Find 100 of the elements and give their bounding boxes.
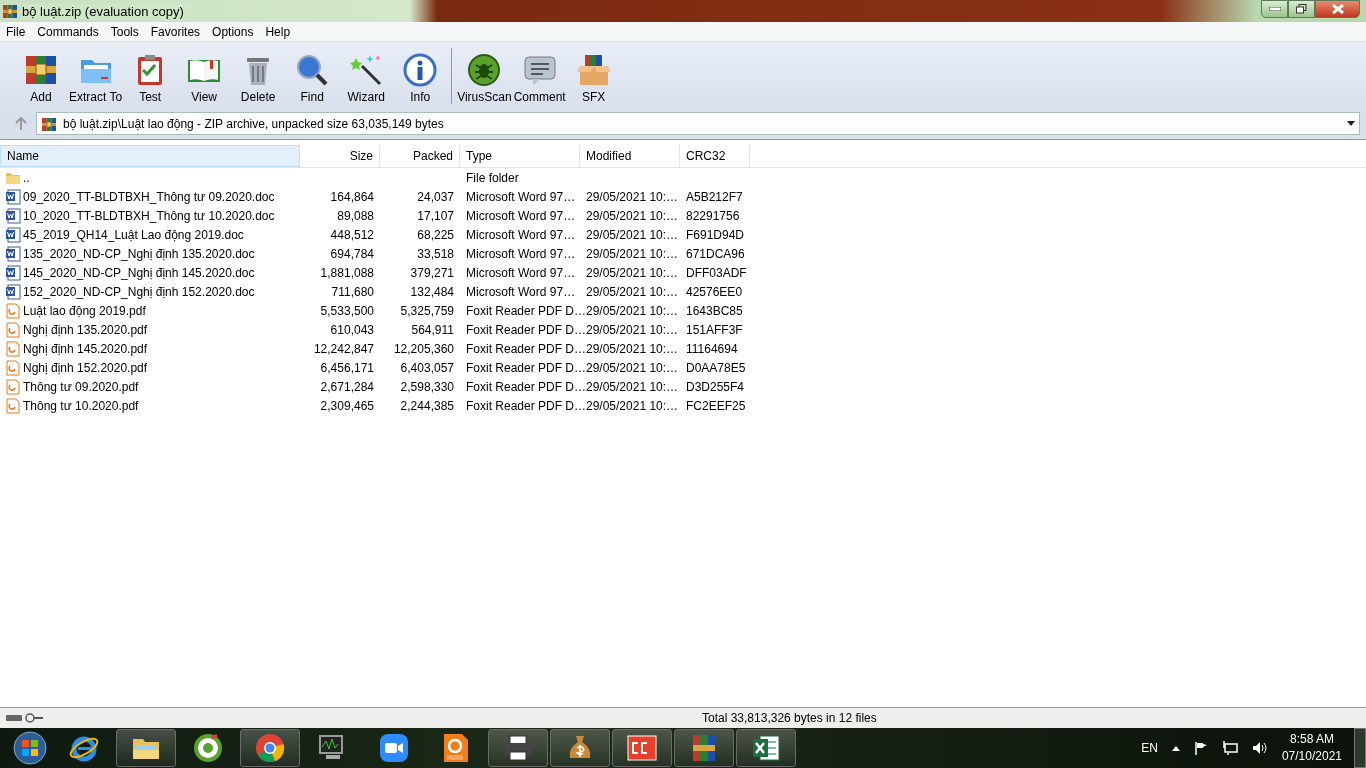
network-icon[interactable] [1221,741,1238,755]
windows-logo-icon [13,731,47,765]
crc-cell: 11164694 [686,341,738,356]
status-text: Total 33,813,326 bytes in 12 files [702,711,878,725]
box-books-icon [575,52,612,88]
menu-item[interactable]: Options [206,24,260,39]
file-name-cell[interactable]: 10_2020_TT-BLDTBXH_Thông tư 10.2020.doc [0,207,300,224]
file-name-cell[interactable]: Nghị định 152.2020.pdf [0,359,300,376]
address-field[interactable]: bộ luật.zip\Luật lao động - ZIP archive, unpacked size 63,035,149 bytes [36,112,1360,135]
file-name-cell[interactable]: Thông tư 10.2020.pdf [0,397,300,414]
file-name-cell[interactable]: Nghị định 135.2020.pdf [0,321,300,338]
type-cell: Microsoft Word 97… [466,189,576,204]
column-header[interactable]: Type [460,145,580,167]
taskbar-app[interactable] [736,729,796,767]
column-header[interactable]: CRC32 [680,145,750,167]
column-header[interactable]: Packed [380,145,460,167]
flag-icon[interactable] [1193,741,1208,755]
toolbar-button[interactable]: Comment [512,52,567,104]
file-name-cell[interactable]: Thông tư 09.2020.pdf [0,378,300,395]
restore-button[interactable] [1288,0,1315,18]
type-cell: Foxit Reader PDF D… [466,360,587,375]
type-cell: Foxit Reader PDF D… [466,303,587,318]
info-icon [402,52,439,88]
toolbar-button[interactable]: Delete [231,52,286,104]
size-cell: 89,088 [337,208,374,223]
toolbar-button[interactable]: Find [285,52,340,104]
modified-cell: 29/05/2021 10:… [586,398,679,413]
packed-cell: 564,911 [411,322,454,337]
menu-item[interactable]: Tools [104,24,145,39]
modified-cell: 29/05/2021 10:… [586,189,679,204]
menu-item[interactable]: File [0,24,32,39]
menu-item[interactable]: Help [259,24,297,39]
file-name-cell[interactable]: .. [0,169,300,186]
speaker-icon[interactable] [1251,741,1268,755]
file-name-cell[interactable]: 45_2019_QH14_Luật Lao động 2019.doc [0,226,300,243]
size-cell: 610,043 [330,322,374,337]
taskbar-app[interactable] [550,729,610,767]
modified-cell: 29/05/2021 10:… [586,322,679,337]
close-button[interactable] [1315,0,1360,18]
toolbar-button[interactable]: Info [393,52,448,104]
taskbar-app[interactable] [240,729,300,767]
show-desktop-button[interactable] [1354,728,1366,768]
chrome-icon [254,732,286,764]
toolbar-button[interactable]: Test [123,52,178,104]
file-name-cell[interactable]: 09_2020_TT-BLDTBXH_Thông tư 09.2020.doc [0,188,300,205]
toolbar-button[interactable]: SFX [566,52,621,104]
size-cell: 448,512 [330,227,374,242]
file-name-cell[interactable]: Luật lao động 2019.pdf [0,302,300,319]
modified-cell: 29/05/2021 10:… [586,379,679,394]
file-name-cell[interactable]: 145_2020_ND-CP_Nghị định 145.2020.doc [0,264,300,281]
toolbar-button[interactable]: Add [14,52,68,104]
toolbar-button[interactable]: Extract To [68,52,124,104]
menu-item[interactable]: Favorites [144,24,207,39]
minimize-button[interactable] [1261,0,1288,18]
packed-cell: 68,225 [417,227,454,242]
language-indicator[interactable]: EN [1141,741,1158,755]
packed-cell: 33,518 [417,246,454,261]
modified-cell: 29/05/2021 10:… [586,284,679,299]
size-cell: 12,242,847 [313,341,374,356]
column-header[interactable]: Modified [580,145,680,167]
modified-cell: 29/05/2021 10:… [586,360,679,375]
type-cell: Microsoft Word 97… [466,208,576,223]
type-cell: Microsoft Word 97… [466,284,576,299]
type-cell: Foxit Reader PDF D… [466,322,587,337]
toolbar-button[interactable]: View [177,52,232,104]
drive-key-icon [6,713,44,723]
file-name-cell[interactable]: 152_2020_ND-CP_Nghị định 152.2020.doc [0,283,300,300]
cc-badge-icon [626,732,658,764]
type-cell: Foxit Reader PDF D… [466,379,587,394]
packed-cell: 132,484 [410,284,454,299]
taskbar-app[interactable] [116,729,176,767]
column-header[interactable]: Name [0,145,300,167]
crc-cell: 82291756 [686,208,740,223]
modified-cell: 29/05/2021 10:… [586,265,679,280]
cleaner-icon [192,732,224,764]
minimize-icon [1268,7,1281,11]
taskbar-app[interactable] [612,729,672,767]
crc-cell: 151AFF3F [686,322,743,337]
clock[interactable]: 8:58 AM 07/10/2021 [1281,731,1342,765]
toolbar-button[interactable]: Wizard [339,52,394,104]
packed-cell: 24,037 [417,189,454,204]
taskbar-app[interactable] [674,729,734,767]
crc-cell: FC2EEF25 [686,398,746,413]
tray-up-arrow-icon[interactable] [1171,745,1180,751]
crc-cell: D0AA78E5 [686,360,746,375]
packed-cell: 5,325,759 [400,303,454,318]
menu-item[interactable]: Commands [31,24,105,39]
type-cell: File folder [466,170,519,185]
file-name-cell[interactable]: Nghị định 145.2020.pdf [0,340,300,357]
packed-cell: 12,205,360 [393,341,454,356]
taskbar-app[interactable] [488,729,548,767]
size-cell: 164,864 [330,189,374,204]
crc-cell: 42576EE0 [686,284,743,299]
size-cell: 694,784 [330,246,374,261]
file-name-cell[interactable]: 135_2020_ND-CP_Nghị định 135.2020.doc [0,245,300,262]
column-header[interactable]: Size [300,145,380,167]
crc-cell: F691D94D [686,227,745,242]
type-cell: Foxit Reader PDF D… [466,398,587,413]
packed-cell: 6,403,057 [400,360,454,375]
toolbar-button[interactable]: VirusScan [456,52,513,104]
